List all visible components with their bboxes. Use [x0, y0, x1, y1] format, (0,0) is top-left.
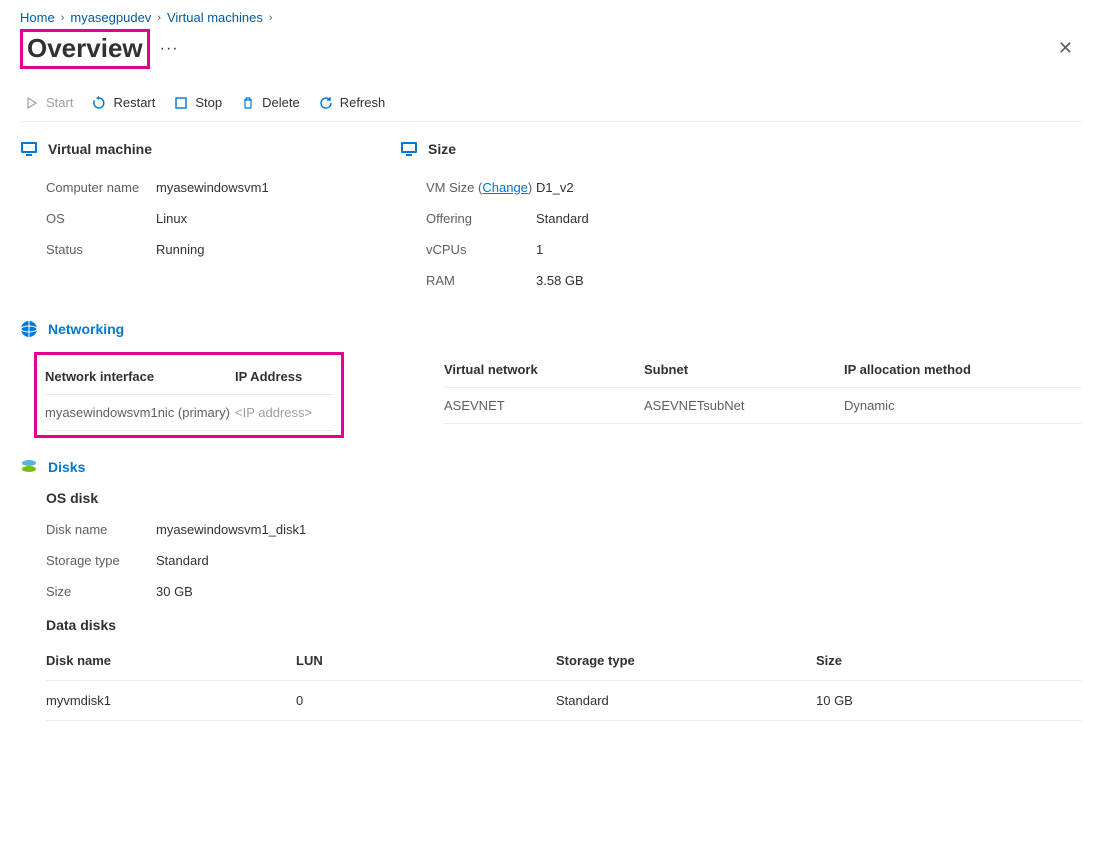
stop-button[interactable]: Stop: [173, 95, 222, 111]
breadcrumb-vms[interactable]: Virtual machines: [167, 10, 263, 25]
computer-name-label: Computer name: [46, 180, 156, 195]
vmsize-value: D1_v2: [536, 180, 574, 195]
restart-icon: [91, 95, 107, 111]
restart-button[interactable]: Restart: [91, 95, 155, 111]
status-label: Status: [46, 242, 156, 257]
disks-icon: [20, 458, 38, 476]
dd-size-value: 10 GB: [816, 693, 1081, 708]
vm-section-title: Virtual machine: [48, 141, 152, 157]
status-value: Running: [156, 242, 204, 257]
os-disk-storage-label: Storage type: [46, 553, 156, 568]
data-disks-title: Data disks: [20, 617, 1081, 633]
dd-header-storage: Storage type: [556, 653, 816, 668]
net-header-vnet: Virtual network: [444, 362, 644, 377]
vcpus-label: vCPUs: [426, 242, 536, 257]
networking-title: Networking: [48, 321, 124, 337]
net-subnet-value: ASEVNETsubNet: [644, 398, 844, 413]
networking-section-header[interactable]: Networking: [20, 320, 1081, 338]
os-disk-title: OS disk: [20, 490, 1081, 506]
vm-icon: [20, 140, 38, 158]
more-menu-icon[interactable]: ···: [160, 40, 179, 58]
data-disk-row[interactable]: myvmdisk1 0 Standard 10 GB: [46, 681, 1081, 721]
dd-header-name: Disk name: [46, 653, 296, 668]
stop-icon: [173, 95, 189, 111]
net-header-alloc: IP allocation method: [844, 362, 1081, 377]
refresh-icon: [318, 95, 334, 111]
delete-icon: [240, 95, 256, 111]
network-table: Network interface IP Address myasewindow…: [46, 352, 1081, 438]
close-icon[interactable]: ✕: [1050, 34, 1081, 63]
breadcrumb-resource[interactable]: myasegpudev: [70, 10, 151, 25]
start-label: Start: [46, 95, 73, 110]
os-disk-name-label: Disk name: [46, 522, 156, 537]
computer-name-value: myasewindowsvm1: [156, 180, 269, 195]
net-header-subnet: Subnet: [644, 362, 844, 377]
network-icon: [20, 320, 38, 338]
restart-label: Restart: [113, 95, 155, 110]
stop-label: Stop: [195, 95, 222, 110]
page-title: Overview: [20, 29, 150, 69]
change-size-link[interactable]: Change: [482, 180, 528, 195]
breadcrumb: Home › myasegpudev › Virtual machines ›: [20, 10, 1081, 25]
offering-label: Offering: [426, 211, 536, 226]
os-disk-storage-value: Standard: [156, 553, 209, 568]
delete-button[interactable]: Delete: [240, 95, 300, 111]
net-alloc-value: Dynamic: [844, 398, 1081, 413]
chevron-right-icon: ›: [269, 12, 273, 24]
size-section-title: Size: [428, 141, 456, 157]
dd-header-lun: LUN: [296, 653, 556, 668]
dd-lun-value: 0: [296, 693, 556, 708]
delete-label: Delete: [262, 95, 300, 110]
os-disk-name-value: myasewindowsvm1_disk1: [156, 522, 306, 537]
start-button[interactable]: Start: [24, 95, 73, 111]
net-vnet-value: ASEVNET: [444, 398, 644, 413]
toolbar: Start Restart Stop Delete Refresh: [20, 87, 1081, 122]
chevron-right-icon: ›: [61, 12, 65, 24]
breadcrumb-home[interactable]: Home: [20, 10, 55, 25]
refresh-label: Refresh: [340, 95, 386, 110]
disks-section-header[interactable]: Disks: [20, 458, 1081, 476]
os-disk-size-value: 30 GB: [156, 584, 193, 599]
data-disks-table: Disk name LUN Storage type Size myvmdisk…: [46, 641, 1081, 721]
offering-value: Standard: [536, 211, 589, 226]
play-icon: [24, 95, 40, 111]
dd-storage-value: Standard: [556, 693, 816, 708]
ram-value: 3.58 GB: [536, 273, 584, 288]
net-header-ip: IP Address: [235, 369, 302, 384]
net-nic-value: myasewindowsvm1nic (primary): [45, 405, 235, 420]
dd-header-size: Size: [816, 653, 1081, 668]
refresh-button[interactable]: Refresh: [318, 95, 386, 111]
size-section-header: Size: [400, 140, 740, 158]
net-ip-value: <IP address>: [235, 405, 312, 420]
dd-name-value: myvmdisk1: [46, 693, 296, 708]
chevron-right-icon: ›: [157, 12, 161, 24]
vm-section-header: Virtual machine: [20, 140, 360, 158]
net-header-nic: Network interface: [45, 369, 235, 384]
vcpus-value: 1: [536, 242, 543, 257]
ram-label: RAM: [426, 273, 536, 288]
vm-icon: [400, 140, 418, 158]
os-disk-size-label: Size: [46, 584, 156, 599]
os-label: OS: [46, 211, 156, 226]
os-value: Linux: [156, 211, 187, 226]
vmsize-label: VM Size (Change): [426, 180, 536, 195]
disks-title: Disks: [48, 459, 85, 475]
